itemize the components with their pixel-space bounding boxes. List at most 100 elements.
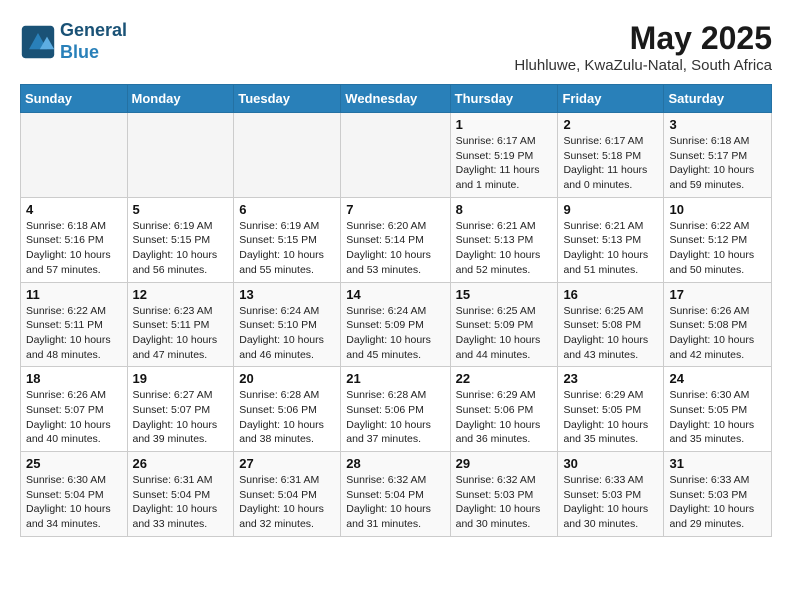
calendar-cell: 23 Sunrise: 6:29 AM Sunset: 5:05 PM Dayli… xyxy=(558,367,664,452)
day-number: 4 xyxy=(26,202,122,217)
calendar-cell: 14 Sunrise: 6:24 AM Sunset: 5:09 PM Dayli… xyxy=(341,282,450,367)
calendar-cell: 13 Sunrise: 6:24 AM Sunset: 5:10 PM Dayli… xyxy=(234,282,341,367)
day-number: 3 xyxy=(669,117,766,132)
day-info: Sunrise: 6:26 AM Sunset: 5:07 PM Dayligh… xyxy=(26,388,122,447)
calendar-week-2: 4 Sunrise: 6:18 AM Sunset: 5:16 PM Daylig… xyxy=(21,197,772,282)
calendar-cell: 31Sunrise: 6:33 AM Sunset: 5:03 PM Dayli… xyxy=(664,452,772,537)
day-info: Sunrise: 6:26 AM Sunset: 5:08 PM Dayligh… xyxy=(669,304,766,363)
day-info: Sunrise: 6:33 AM Sunset: 5:03 PM Dayligh… xyxy=(563,473,658,532)
day-number: 29 xyxy=(456,456,553,471)
calendar-cell: 8Sunrise: 6:21 AM Sunset: 5:13 PM Daylig… xyxy=(450,197,558,282)
day-info: Sunrise: 6:24 AM Sunset: 5:10 PM Dayligh… xyxy=(239,304,335,363)
calendar-cell: 20Sunrise: 6:28 AM Sunset: 5:06 PM Dayli… xyxy=(234,367,341,452)
calendar-cell: 15 Sunrise: 6:25 AM Sunset: 5:09 PM Dayli… xyxy=(450,282,558,367)
calendar-cell: 19 Sunrise: 6:27 AM Sunset: 5:07 PM Dayli… xyxy=(127,367,234,452)
day-number: 1 xyxy=(456,117,553,132)
calendar-cell: 6 Sunrise: 6:19 AM Sunset: 5:15 PM Daylig… xyxy=(234,197,341,282)
location: Hluhluwe, KwaZulu-Natal, South Africa xyxy=(514,57,772,74)
calendar-cell: 22 Sunrise: 6:29 AM Sunset: 5:06 PM Dayli… xyxy=(450,367,558,452)
calendar-cell: 17Sunrise: 6:26 AM Sunset: 5:08 PM Dayli… xyxy=(664,282,772,367)
month-title: May 2025 xyxy=(514,20,772,57)
calendar-cell xyxy=(234,113,341,198)
day-info: Sunrise: 6:32 AM Sunset: 5:04 PM Dayligh… xyxy=(346,473,444,532)
day-number: 25 xyxy=(26,456,122,471)
calendar-table: SundayMondayTuesdayWednesdayThursdayFrid… xyxy=(20,84,772,537)
day-number: 11 xyxy=(26,287,122,302)
day-header-tuesday: Tuesday xyxy=(234,85,341,113)
day-info: Sunrise: 6:18 AM Sunset: 5:17 PM Dayligh… xyxy=(669,134,766,193)
calendar-cell: 25 Sunrise: 6:30 AM Sunset: 5:04 PM Dayli… xyxy=(21,452,128,537)
calendar-week-4: 18 Sunrise: 6:26 AM Sunset: 5:07 PM Dayli… xyxy=(21,367,772,452)
calendar-cell: 24Sunrise: 6:30 AM Sunset: 5:05 PM Dayli… xyxy=(664,367,772,452)
calendar-week-1: 1Sunrise: 6:17 AM Sunset: 5:19 PM Daylig… xyxy=(21,113,772,198)
calendar-cell: 9Sunrise: 6:21 AM Sunset: 5:13 PM Daylig… xyxy=(558,197,664,282)
day-info: Sunrise: 6:24 AM Sunset: 5:09 PM Dayligh… xyxy=(346,304,444,363)
day-info: Sunrise: 6:19 AM Sunset: 5:15 PM Dayligh… xyxy=(239,219,335,278)
day-header-saturday: Saturday xyxy=(664,85,772,113)
day-number: 10 xyxy=(669,202,766,217)
day-header-sunday: Sunday xyxy=(21,85,128,113)
day-info: Sunrise: 6:22 AM Sunset: 5:11 PM Dayligh… xyxy=(26,304,122,363)
calendar-cell: 11 Sunrise: 6:22 AM Sunset: 5:11 PM Dayli… xyxy=(21,282,128,367)
day-number: 15 xyxy=(456,287,553,302)
page-header: General Blue May 2025 Hluhluwe, KwaZulu-… xyxy=(20,20,772,74)
calendar-cell: 1Sunrise: 6:17 AM Sunset: 5:19 PM Daylig… xyxy=(450,113,558,198)
day-number: 30 xyxy=(563,456,658,471)
day-info: Sunrise: 6:29 AM Sunset: 5:05 PM Dayligh… xyxy=(563,388,658,447)
day-number: 28 xyxy=(346,456,444,471)
day-info: Sunrise: 6:30 AM Sunset: 5:04 PM Dayligh… xyxy=(26,473,122,532)
day-info: Sunrise: 6:31 AM Sunset: 5:04 PM Dayligh… xyxy=(133,473,229,532)
day-info: Sunrise: 6:27 AM Sunset: 5:07 PM Dayligh… xyxy=(133,388,229,447)
calendar-week-5: 25 Sunrise: 6:30 AM Sunset: 5:04 PM Dayli… xyxy=(21,452,772,537)
day-number: 12 xyxy=(133,287,229,302)
day-number: 14 xyxy=(346,287,444,302)
day-info: Sunrise: 6:20 AM Sunset: 5:14 PM Dayligh… xyxy=(346,219,444,278)
logo: General Blue xyxy=(20,20,127,63)
day-header-monday: Monday xyxy=(127,85,234,113)
calendar-cell: 27 Sunrise: 6:31 AM Sunset: 5:04 PM Dayli… xyxy=(234,452,341,537)
calendar-cell: 28 Sunrise: 6:32 AM Sunset: 5:04 PM Dayli… xyxy=(341,452,450,537)
day-header-thursday: Thursday xyxy=(450,85,558,113)
day-info: Sunrise: 6:25 AM Sunset: 5:08 PM Dayligh… xyxy=(563,304,658,363)
calendar-cell: 29 Sunrise: 6:32 AM Sunset: 5:03 PM Dayli… xyxy=(450,452,558,537)
calendar-cell: 5Sunrise: 6:19 AM Sunset: 5:15 PM Daylig… xyxy=(127,197,234,282)
day-info: Sunrise: 6:17 AM Sunset: 5:18 PM Dayligh… xyxy=(563,134,658,193)
day-info: Sunrise: 6:18 AM Sunset: 5:16 PM Dayligh… xyxy=(26,219,122,278)
calendar-cell xyxy=(341,113,450,198)
day-number: 16 xyxy=(563,287,658,302)
day-number: 22 xyxy=(456,371,553,386)
calendar-cell xyxy=(21,113,128,198)
day-number: 23 xyxy=(563,371,658,386)
calendar-cell: 16 Sunrise: 6:25 AM Sunset: 5:08 PM Dayli… xyxy=(558,282,664,367)
day-info: Sunrise: 6:25 AM Sunset: 5:09 PM Dayligh… xyxy=(456,304,553,363)
day-info: Sunrise: 6:32 AM Sunset: 5:03 PM Dayligh… xyxy=(456,473,553,532)
day-info: Sunrise: 6:22 AM Sunset: 5:12 PM Dayligh… xyxy=(669,219,766,278)
day-number: 7 xyxy=(346,202,444,217)
calendar-week-3: 11 Sunrise: 6:22 AM Sunset: 5:11 PM Dayli… xyxy=(21,282,772,367)
calendar-cell: 12Sunrise: 6:23 AM Sunset: 5:11 PM Dayli… xyxy=(127,282,234,367)
day-header-wednesday: Wednesday xyxy=(341,85,450,113)
day-number: 26 xyxy=(133,456,229,471)
day-number: 18 xyxy=(26,371,122,386)
day-number: 6 xyxy=(239,202,335,217)
day-number: 19 xyxy=(133,371,229,386)
day-header-friday: Friday xyxy=(558,85,664,113)
calendar-body: 1Sunrise: 6:17 AM Sunset: 5:19 PM Daylig… xyxy=(21,113,772,537)
day-number: 8 xyxy=(456,202,553,217)
day-info: Sunrise: 6:29 AM Sunset: 5:06 PM Dayligh… xyxy=(456,388,553,447)
logo-line1: General xyxy=(60,20,127,42)
logo-line2: Blue xyxy=(60,42,127,64)
calendar-cell: 7 Sunrise: 6:20 AM Sunset: 5:14 PM Daylig… xyxy=(341,197,450,282)
calendar-cell: 30 Sunrise: 6:33 AM Sunset: 5:03 PM Dayli… xyxy=(558,452,664,537)
title-block: May 2025 Hluhluwe, KwaZulu-Natal, South … xyxy=(514,20,772,74)
calendar-cell: 2Sunrise: 6:17 AM Sunset: 5:18 PM Daylig… xyxy=(558,113,664,198)
day-info: Sunrise: 6:30 AM Sunset: 5:05 PM Dayligh… xyxy=(669,388,766,447)
calendar-header-row: SundayMondayTuesdayWednesdayThursdayFrid… xyxy=(21,85,772,113)
day-info: Sunrise: 6:31 AM Sunset: 5:04 PM Dayligh… xyxy=(239,473,335,532)
day-number: 31 xyxy=(669,456,766,471)
day-number: 13 xyxy=(239,287,335,302)
day-number: 21 xyxy=(346,371,444,386)
day-info: Sunrise: 6:21 AM Sunset: 5:13 PM Dayligh… xyxy=(563,219,658,278)
day-info: Sunrise: 6:19 AM Sunset: 5:15 PM Dayligh… xyxy=(133,219,229,278)
day-number: 27 xyxy=(239,456,335,471)
